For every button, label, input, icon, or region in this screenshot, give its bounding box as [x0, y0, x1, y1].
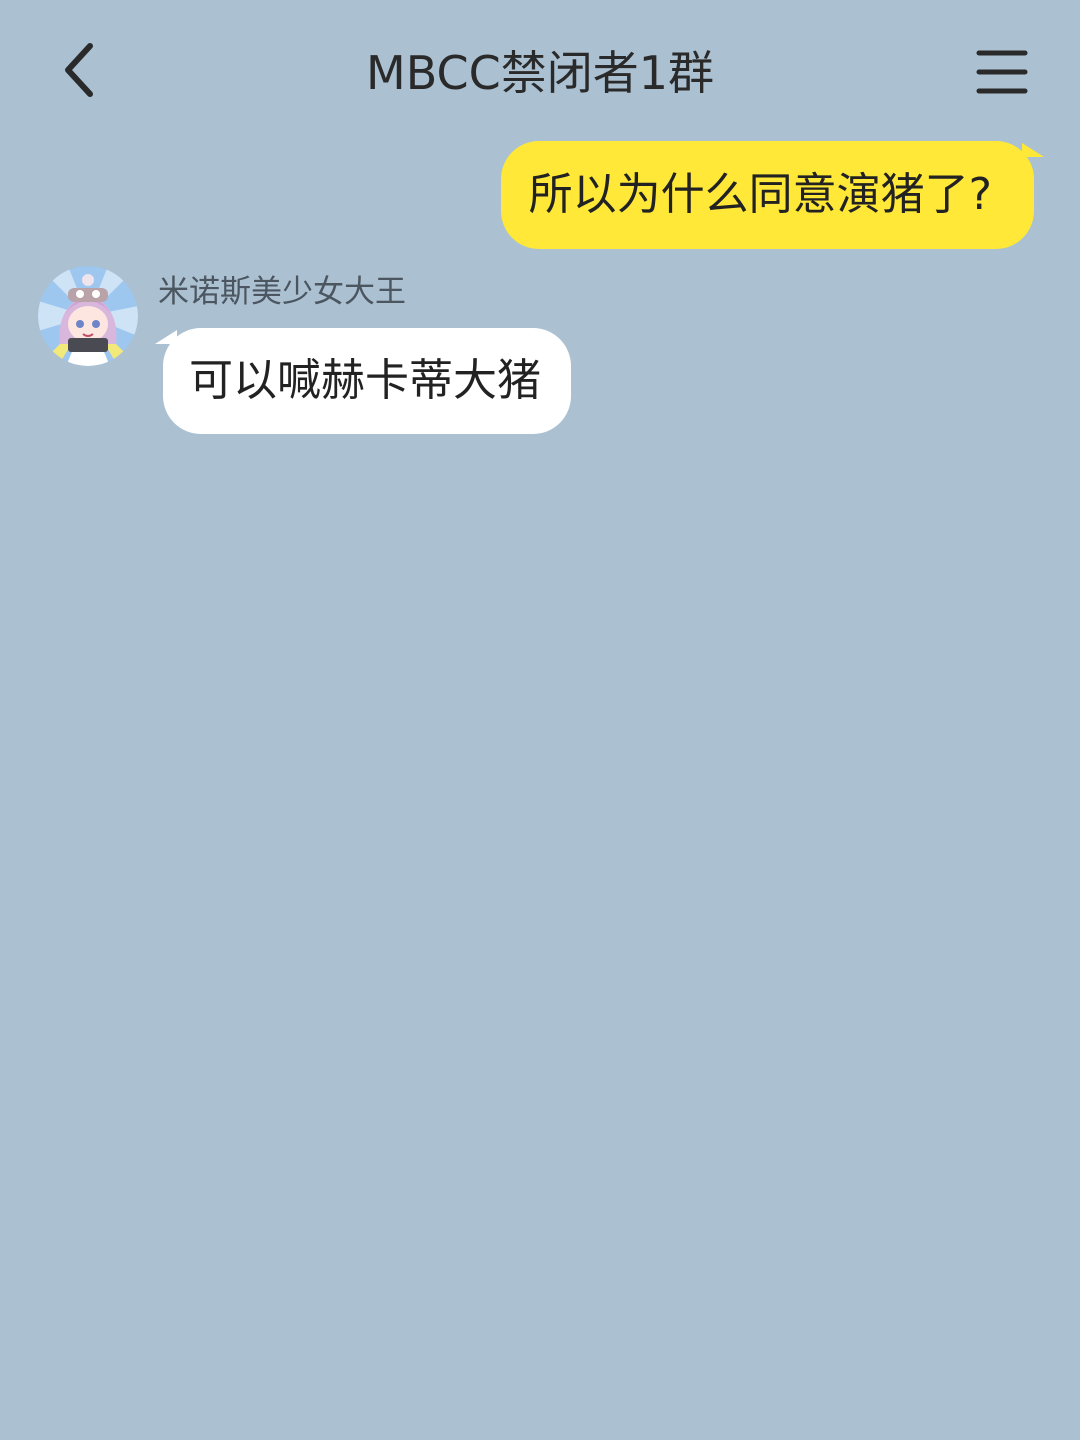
outgoing-message[interactable]: 所以为什么同意演猪了?	[500, 141, 1044, 249]
anime-girl-avatar-icon	[38, 266, 138, 366]
bubble-tail	[155, 330, 177, 344]
outgoing-message-text: 所以为什么同意演猪了?	[528, 169, 992, 220]
sender-name: 米诺斯美少女大王	[158, 274, 406, 310]
chevron-left-icon	[65, 43, 93, 97]
outgoing-message-bubble[interactable]: 所以为什么同意演猪了?	[500, 141, 1044, 249]
menu-button[interactable]	[962, 32, 1042, 112]
incoming-message[interactable]: 可以喊赫卡蒂大猪	[155, 328, 571, 434]
sender-avatar[interactable]	[38, 266, 138, 366]
hamburger-menu-icon	[976, 50, 1028, 94]
top-bar: MBCC禁闭者1群	[0, 0, 1080, 140]
bubble-tail	[1022, 143, 1044, 157]
incoming-message-bubble[interactable]: 可以喊赫卡蒂大猪	[155, 328, 571, 434]
chat-title: MBCC禁闭者1群	[366, 46, 714, 100]
back-button[interactable]	[40, 30, 120, 110]
incoming-message-text: 可以喊赫卡蒂大猪	[189, 355, 541, 406]
